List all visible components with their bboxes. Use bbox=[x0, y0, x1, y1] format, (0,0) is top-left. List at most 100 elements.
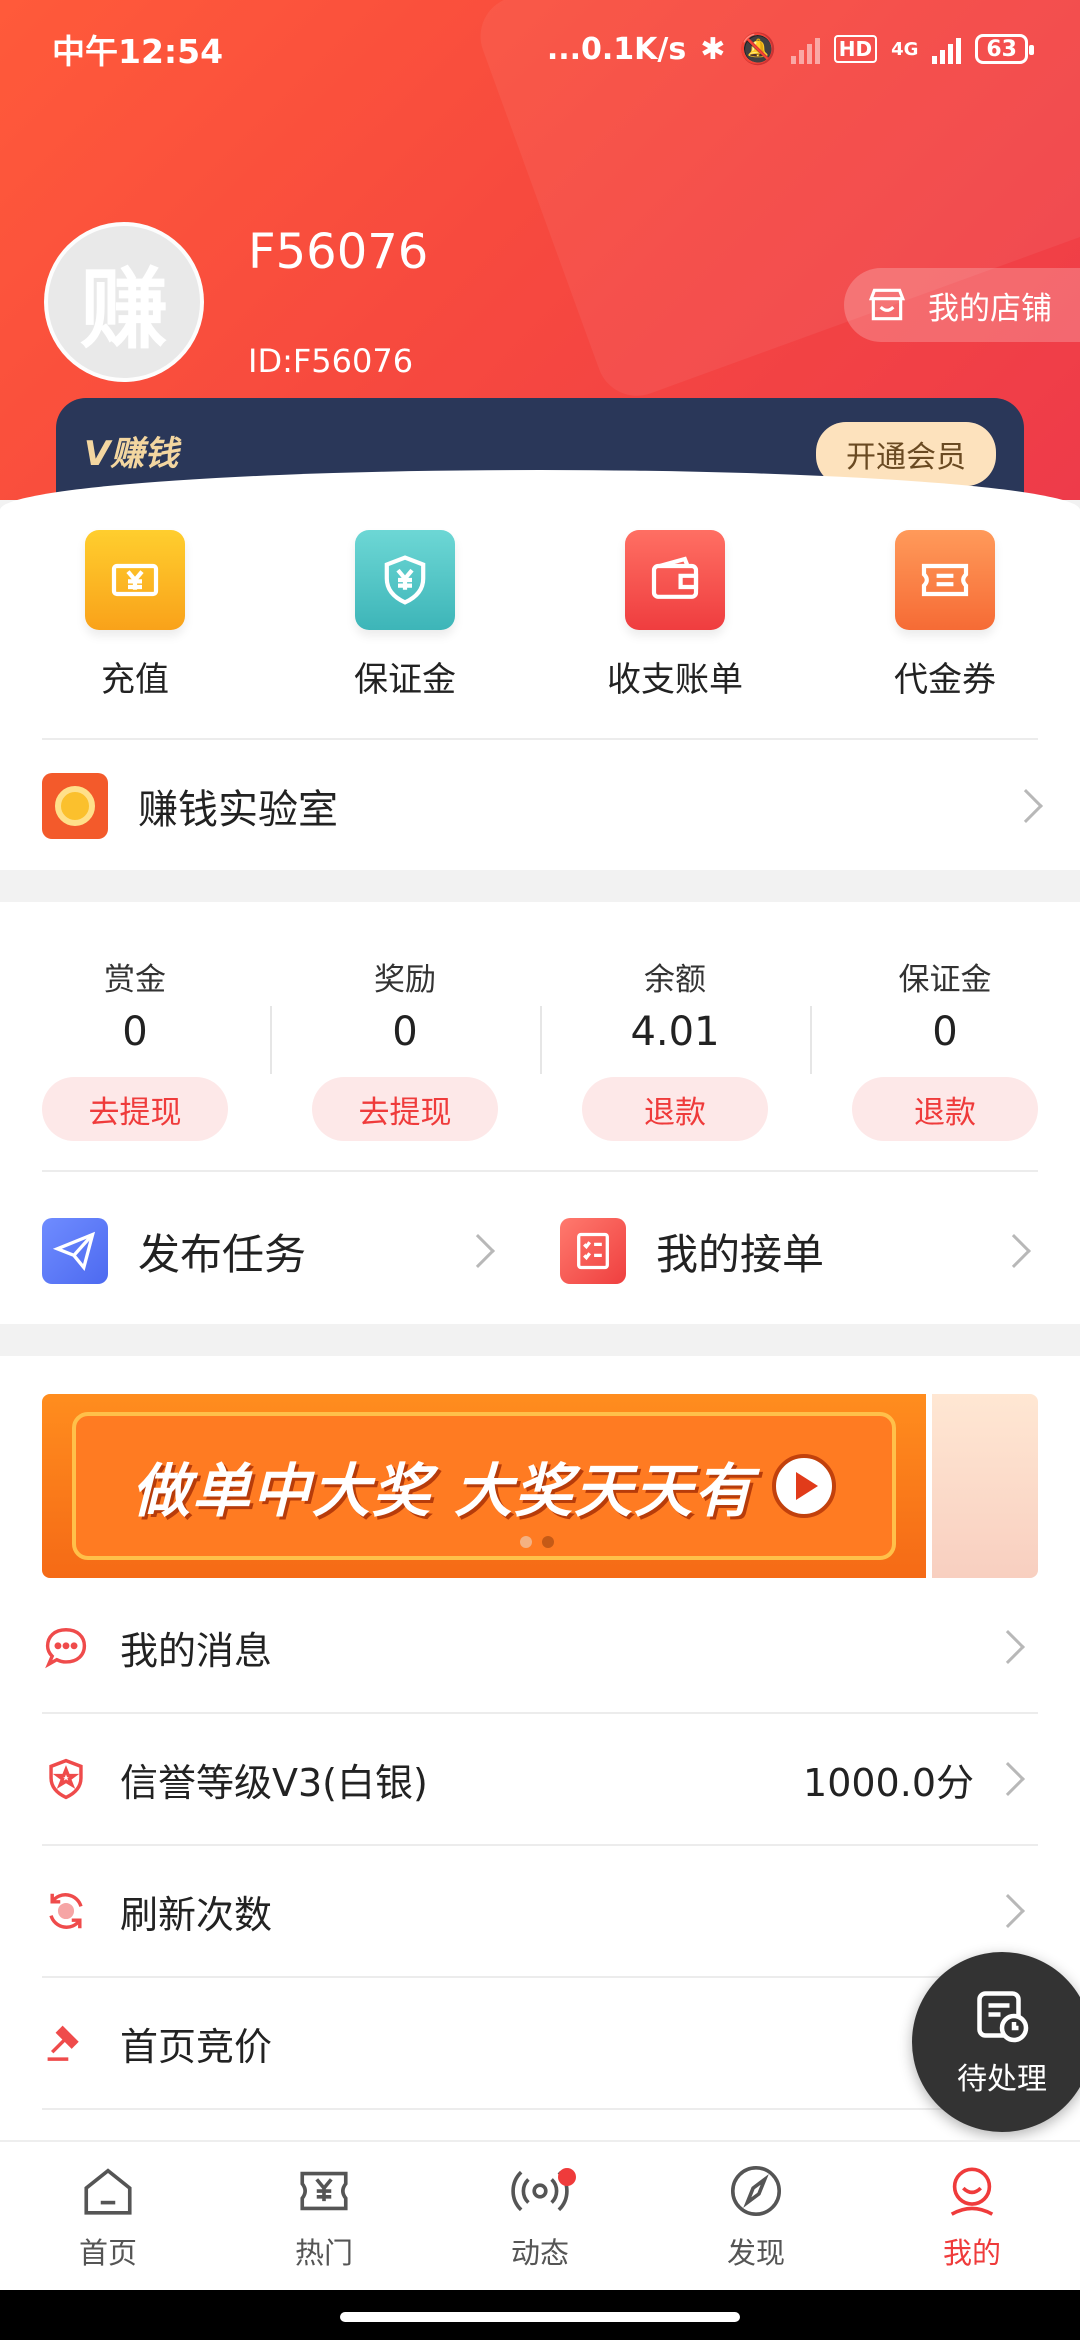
chevron-right-icon bbox=[991, 1894, 1025, 1928]
money-lab-label: 赚钱实验室 bbox=[138, 787, 338, 833]
banner-next-slide bbox=[926, 1394, 1038, 1578]
bluetooth-icon: ✱ bbox=[700, 31, 726, 67]
stat-bounty: 赏金 0 去提现 bbox=[0, 954, 270, 1141]
refund-deposit-button[interactable]: 退款 bbox=[852, 1077, 1038, 1141]
chevron-right-icon bbox=[461, 1234, 495, 1268]
publish-task-entry[interactable]: 发布任务 bbox=[42, 1216, 520, 1286]
stat-title: 保证金 bbox=[898, 962, 992, 998]
tab-home[interactable]: 首页 bbox=[0, 2142, 216, 2290]
divider bbox=[42, 738, 1038, 740]
avatar[interactable]: 赚 bbox=[44, 222, 204, 382]
checklist-icon bbox=[560, 1218, 626, 1284]
list-item-label: 首页竞价 bbox=[120, 2024, 273, 2069]
star-shield-icon bbox=[42, 1755, 90, 1803]
banner-main: 做单中大奖 大奖天天有 bbox=[42, 1394, 926, 1578]
money-lab-row[interactable]: 赚钱实验室 bbox=[42, 772, 1043, 840]
banner-dot bbox=[520, 1536, 532, 1548]
bottom-tab-bar: 首页 热门 动态 发现 我的 bbox=[0, 2140, 1080, 2290]
home-icon bbox=[84, 2168, 132, 2215]
stat-deposit: 保证金 0 退款 bbox=[810, 954, 1080, 1141]
play-arrow-icon bbox=[772, 1454, 837, 1518]
my-orders-entry[interactable]: 我的接单 bbox=[520, 1216, 1038, 1286]
status-icons: ...0.1K/s ✱ 🔕 HD 4G 63 bbox=[546, 31, 1034, 67]
my-orders-label: 我的接单 bbox=[656, 1229, 825, 1279]
quick-action-recharge[interactable]: 充值 bbox=[0, 530, 270, 701]
mute-bell-icon: 🔕 bbox=[739, 31, 777, 67]
stat-title: 余额 bbox=[644, 962, 706, 998]
tab-label: 首页 bbox=[78, 2236, 137, 2270]
user-id: ID:F56076 bbox=[248, 342, 414, 380]
tab-mine[interactable]: 我的 bbox=[864, 2142, 1080, 2290]
hd-badge: HD bbox=[833, 35, 878, 63]
auction-hammer-icon bbox=[42, 2019, 90, 2067]
withdraw-bounty-button[interactable]: 去提现 bbox=[42, 1077, 228, 1141]
tab-label: 我的 bbox=[942, 2236, 1001, 2270]
refund-balance-button[interactable]: 退款 bbox=[582, 1077, 768, 1141]
list-item-homepage-bidding[interactable]: 首页竞价 bbox=[42, 1978, 1038, 2110]
banner-title: 做单中大奖 大奖天天有 bbox=[131, 1457, 755, 1525]
signal-icon-1 bbox=[790, 34, 820, 64]
list-item-messages[interactable]: 我的消息 bbox=[42, 1582, 1038, 1714]
stat-balance: 余额 4.01 退款 bbox=[540, 954, 810, 1141]
lab-coin-icon bbox=[42, 773, 108, 839]
quick-action-bills[interactable]: 收支账单 bbox=[540, 530, 810, 701]
credit-score-value: 1000.0分 bbox=[803, 1760, 974, 1805]
publish-task-label: 发布任务 bbox=[138, 1229, 307, 1279]
pending-tasks-button[interactable]: 待处理 bbox=[912, 1952, 1080, 2132]
paper-plane-icon bbox=[42, 1218, 108, 1284]
home-gesture-handle[interactable] bbox=[340, 2312, 740, 2322]
chevron-right-icon bbox=[991, 1630, 1025, 1664]
chevron-right-icon bbox=[997, 1234, 1031, 1268]
banner-dot-active bbox=[542, 1536, 554, 1548]
list-item-credit-level[interactable]: 信誉等级V3(白银) 1000.0分 bbox=[42, 1714, 1038, 1846]
withdraw-reward-button[interactable]: 去提现 bbox=[312, 1077, 498, 1141]
divider bbox=[42, 1170, 1038, 1172]
pending-label: 待处理 bbox=[957, 2062, 1047, 2097]
quick-action-deposit[interactable]: 保证金 bbox=[270, 530, 540, 701]
store-icon bbox=[868, 288, 906, 321]
tab-label: 热门 bbox=[294, 2236, 353, 2270]
quick-action-label: 收支账单 bbox=[607, 660, 743, 700]
tab-label: 动态 bbox=[510, 2236, 569, 2270]
list-item-label: 我的消息 bbox=[120, 1628, 273, 1673]
signal-icon-2 bbox=[932, 34, 962, 64]
quick-action-coupon[interactable]: 代金券 bbox=[810, 530, 1080, 701]
stat-value: 0 bbox=[122, 1009, 148, 1055]
list-item-label: 信誉等级V3(白银) bbox=[120, 1760, 428, 1805]
quick-action-label: 保证金 bbox=[354, 660, 456, 700]
quick-action-label: 代金券 bbox=[894, 660, 996, 700]
publish-row: 发布任务 我的接单 bbox=[42, 1216, 1038, 1286]
stat-reward: 奖励 0 去提现 bbox=[270, 954, 540, 1141]
recharge-icon bbox=[85, 530, 185, 630]
stat-title: 赏金 bbox=[104, 962, 166, 998]
my-shop-button[interactable]: 我的店铺 bbox=[844, 268, 1080, 342]
stat-value: 4.01 bbox=[630, 1009, 720, 1055]
tab-feed[interactable]: 动态 bbox=[432, 2142, 648, 2290]
quick-action-label: 充值 bbox=[101, 660, 169, 700]
compass-icon bbox=[730, 2165, 782, 2217]
refresh-icon bbox=[42, 1887, 90, 1935]
pending-clock-icon bbox=[977, 1991, 1029, 2043]
banner-pagination bbox=[520, 1536, 554, 1548]
vip-logo: V赚钱 bbox=[84, 434, 179, 474]
deposit-shield-icon bbox=[355, 530, 455, 630]
stat-title: 奖励 bbox=[374, 962, 436, 998]
tab-label: 发现 bbox=[726, 2236, 785, 2270]
stats-row: 赏金 0 去提现 奖励 0 去提现 余额 4.01 退款 保证金 0 退款 bbox=[0, 954, 1080, 1141]
user-smile-icon bbox=[950, 2167, 994, 2216]
list-item-refresh-count[interactable]: 刷新次数 bbox=[42, 1846, 1038, 1978]
tab-hot[interactable]: 热门 bbox=[216, 2142, 432, 2290]
wallet-icon bbox=[625, 530, 725, 630]
coupon-icon bbox=[895, 530, 995, 630]
notification-dot bbox=[558, 2168, 576, 2186]
chevron-right-icon bbox=[1009, 789, 1043, 823]
profile-header: 中午12:54 ...0.1K/s ✱ 🔕 HD 4G 63 赚 F56076 … bbox=[0, 0, 1080, 500]
hot-ticket-icon bbox=[300, 2171, 348, 2211]
tab-discover[interactable]: 发现 bbox=[648, 2142, 864, 2290]
chevron-right-icon bbox=[991, 1762, 1025, 1796]
promo-banner[interactable]: 做单中大奖 大奖天天有 bbox=[42, 1394, 1038, 1578]
net-speed: ...0.1K/s bbox=[546, 31, 687, 67]
list-item-label: 刷新次数 bbox=[120, 1892, 273, 1937]
network-type: 4G bbox=[891, 38, 919, 60]
my-shop-label: 我的店铺 bbox=[928, 290, 1052, 327]
